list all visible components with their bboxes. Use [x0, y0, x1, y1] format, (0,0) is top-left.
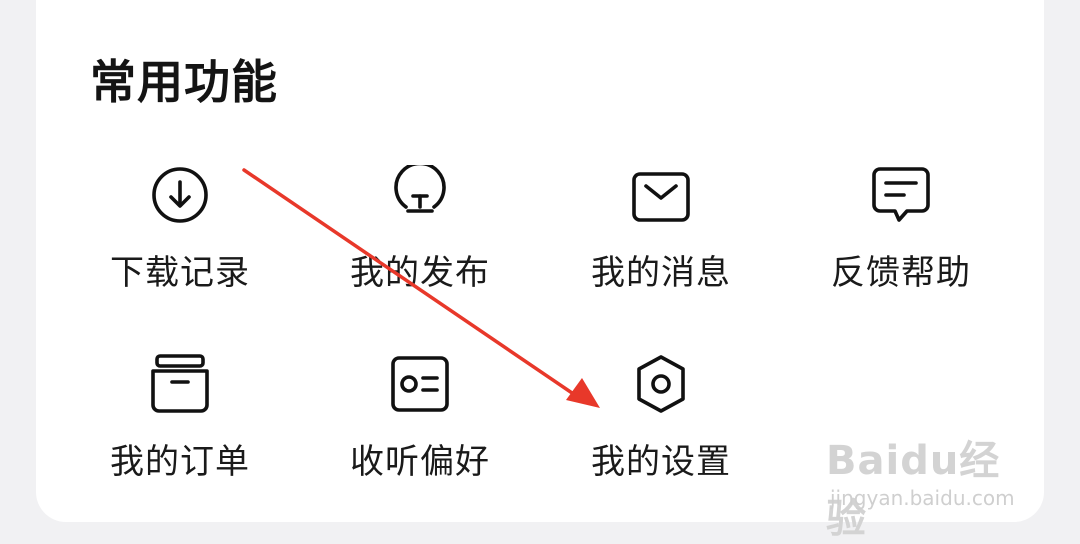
grid-item-label: 收听偏好 — [350, 442, 490, 482]
mail-icon — [631, 165, 691, 225]
download-icon — [150, 165, 210, 225]
id-card-icon — [390, 354, 450, 414]
feedback-icon — [871, 165, 931, 225]
watermark-url: jingyan.baidu.com — [830, 486, 1015, 510]
grid-item-label: 我的设置 — [591, 442, 731, 482]
grid-item-my-messages[interactable]: 我的消息 — [541, 165, 781, 345]
section-title: 常用功能 — [90, 55, 278, 109]
grid-item-download-records[interactable]: 下载记录 — [60, 165, 300, 345]
grid-item-my-settings[interactable]: 我的设置 — [541, 354, 781, 534]
baidu-jingyan-watermark: Baidu经验 jingyan.baidu.com — [826, 428, 1026, 542]
grid-item-listening-preferences[interactable]: 收听偏好 — [300, 354, 540, 534]
lightbulb-icon — [390, 165, 450, 225]
grid-item-label: 下载记录 — [110, 253, 250, 293]
grid-item-my-posts[interactable]: 我的发布 — [300, 165, 540, 345]
grid-item-label: 我的消息 — [591, 253, 731, 293]
settings-hexagon-icon — [631, 354, 691, 414]
order-box-icon — [150, 354, 210, 414]
grid-item-label: 我的订单 — [110, 442, 250, 482]
grid-item-my-orders[interactable]: 我的订单 — [60, 354, 300, 534]
grid-item-label: 反馈帮助 — [831, 253, 971, 293]
grid-item-label: 我的发布 — [350, 253, 490, 293]
grid-item-feedback-help[interactable]: 反馈帮助 — [781, 165, 1021, 345]
